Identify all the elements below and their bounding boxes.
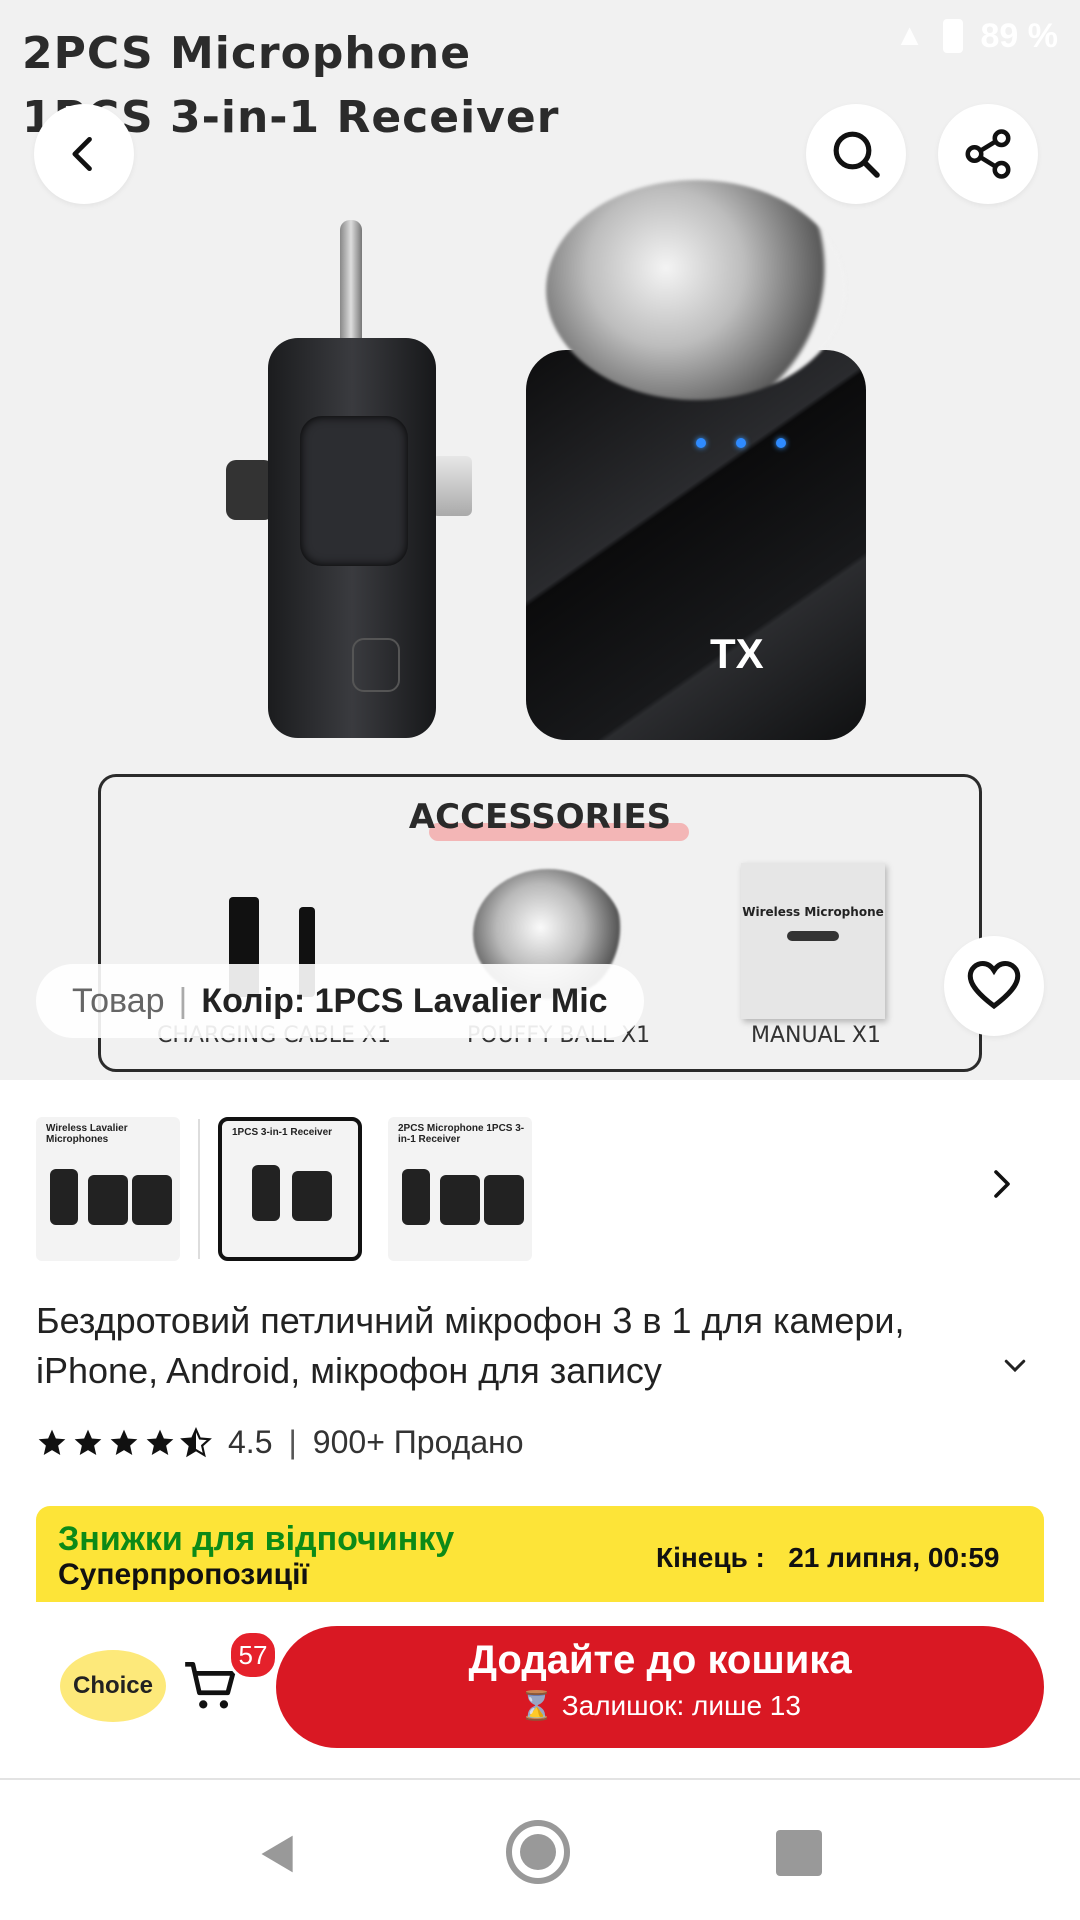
sold-count: 900+ Продано [312, 1424, 524, 1460]
chevron-down-icon [1004, 1359, 1026, 1373]
chevron-left-icon [72, 136, 92, 172]
thumbnail-caption: 2PCS Microphone 1PCS 3-in-1 Receiver [398, 1123, 525, 1145]
thumbnail[interactable]: Wireless Lavalier Microphones [36, 1117, 180, 1261]
divider: | [288, 1424, 297, 1460]
accessories-title: ACCESSORIES [408, 797, 672, 837]
thumbnails-next-button[interactable] [984, 1160, 1020, 1213]
search-button[interactable] [806, 104, 906, 204]
choice-badge[interactable]: Choice [60, 1650, 166, 1722]
battery-level: 89 % [980, 16, 1059, 55]
rating-value: 4.5 [228, 1424, 273, 1460]
promo-title: Знижки для відпочинку [58, 1520, 455, 1558]
power-icon [352, 638, 400, 692]
product-image-gallery[interactable]: ▲ 89 % 2PCS Microphone 1PCS 3-in-1 Recei… [0, 0, 1080, 1080]
search-icon [833, 131, 880, 178]
rating-row: 4.5 | 900+ Продано [36, 1424, 524, 1461]
windscreen-image [546, 180, 846, 400]
promo-end-value: 21 липня, 00:59 [788, 1542, 1000, 1573]
action-bar: Choice 57 Додайте до кошика ⌛ Залишок: л… [0, 1602, 1080, 1780]
back-button[interactable] [34, 104, 134, 204]
cart-count-badge: 57 [228, 1630, 278, 1680]
divider: | [178, 981, 188, 1020]
thumbnail-caption: Wireless Lavalier Microphones [46, 1123, 128, 1145]
transmitter-image: TX [526, 180, 866, 740]
system-recents-button[interactable] [776, 1830, 822, 1876]
add-to-cart-button[interactable]: Додайте до кошика ⌛ Залишок: лише 13 [276, 1626, 1044, 1748]
star-icon [110, 1429, 138, 1455]
status-bar: ▲ 89 % [0, 0, 1080, 72]
promo-end-label: Кінець : [656, 1542, 765, 1573]
divider [198, 1119, 200, 1259]
star-icon [146, 1429, 174, 1455]
promo-banner[interactable]: Знижки для відпочинку Суперпропозиції Кі… [36, 1506, 1044, 1602]
manual-text: Wireless Microphone [742, 905, 884, 919]
wishlist-button[interactable] [944, 936, 1044, 1036]
wifi-icon: ▲ [894, 19, 925, 52]
thumbnail[interactable]: 2PCS Microphone 1PCS 3-in-1 Receiver [388, 1117, 532, 1261]
variant-label: Товар [72, 981, 165, 1020]
star-rating [36, 1426, 212, 1459]
share-button[interactable] [938, 104, 1038, 204]
receiver-image [226, 220, 472, 740]
accessory-caption: MANUAL X1 [751, 1023, 881, 1048]
star-icon [38, 1429, 66, 1455]
star-half-icon [180, 1426, 212, 1457]
star-icon [74, 1429, 102, 1455]
hourglass-icon: ⌛ [519, 1690, 554, 1721]
system-home-button[interactable] [506, 1820, 570, 1884]
system-navigation-bar [0, 1780, 1080, 1920]
thumbnail-selected[interactable]: 1PCS 3-in-1 Receiver [218, 1117, 362, 1261]
share-icon [965, 129, 1011, 179]
variant-value: Колір: 1PCS Lavalier Mic [201, 981, 608, 1020]
promo-end: Кінець : 21 липня, 00:59 [656, 1542, 1000, 1574]
expand-title-button[interactable] [1000, 1350, 1030, 1385]
heart-icon [967, 960, 1021, 1010]
battery-icon [942, 19, 963, 53]
thumbnail-caption: 1PCS 3-in-1 Receiver [232, 1127, 333, 1138]
product-title: Бездротовий петличний мікрофон 3 в 1 для… [36, 1300, 905, 1391]
add-to-cart-label: Додайте до кошика [468, 1638, 852, 1682]
variant-chip[interactable]: Товар | Колір: 1PCS Lavalier Mic [36, 964, 644, 1038]
triangle-back-icon [261, 1835, 293, 1873]
stock-note: ⌛ Залишок: лише 13 [276, 1689, 1044, 1722]
manual-image: Wireless Microphone [741, 863, 885, 1019]
chevron-right-icon [994, 1170, 1010, 1198]
system-back-button[interactable] [256, 1830, 300, 1883]
thumbnail-strip: Wireless Lavalier Microphones 1PCS 3-in-… [36, 1116, 558, 1262]
stock-note-text: Залишок: лише 13 [561, 1690, 801, 1721]
tx-label: TX [710, 630, 764, 677]
promo-subtitle: Суперпропозиції [58, 1558, 309, 1591]
